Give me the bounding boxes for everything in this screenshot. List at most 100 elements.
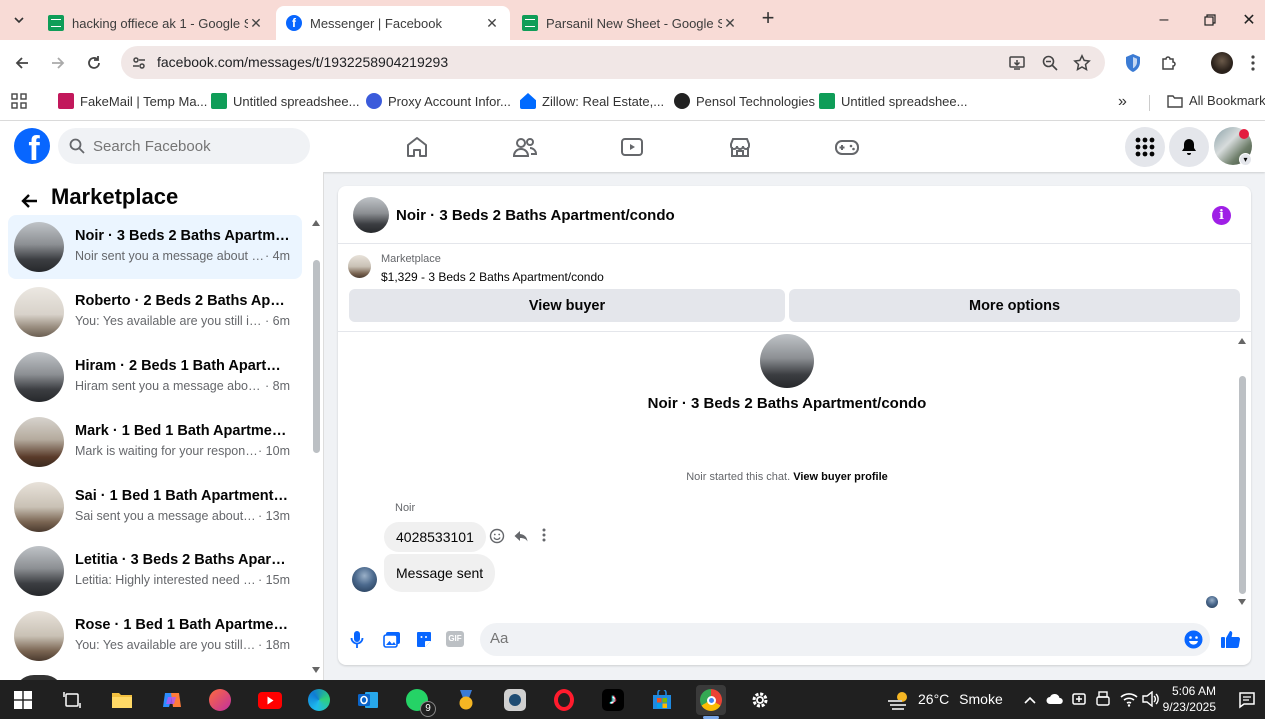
message-bubble[interactable]: Message sent [384, 554, 496, 592]
gif-icon[interactable]: GIF [446, 631, 464, 647]
bookmark-spreadsheet-1[interactable]: Untitled spreadshee... [211, 93, 359, 109]
conversation-item[interactable]: Letitia · 3 Beds 2 Baths Apartment/condo… [8, 539, 302, 603]
chrome-button[interactable] [696, 685, 726, 715]
close-icon[interactable]: ✕ [248, 15, 264, 31]
conversation-item[interactable]: Roberto · 2 Beds 2 Baths Apartment/condo… [8, 280, 302, 344]
browser-menu-button[interactable] [1242, 48, 1264, 78]
clock[interactable]: 5:06 AM 9/23/2025 [1160, 684, 1216, 714]
site-info-icon[interactable] [131, 55, 147, 71]
back-button[interactable] [16, 188, 42, 214]
listing-price[interactable]: $1,329 - 3 Beds 2 Baths Apartment/condo [381, 270, 604, 284]
install-app-icon[interactable] [1008, 54, 1026, 72]
star-icon[interactable] [1073, 54, 1091, 72]
like-icon[interactable] [1220, 629, 1241, 649]
app-medal-button[interactable] [451, 685, 481, 715]
conversation-item[interactable]: Sai · 1 Bed 1 Bath Apartment/condo Sai s… [8, 475, 302, 539]
profile-button[interactable] [1207, 48, 1237, 78]
bookmarks-overflow-button[interactable]: » [1118, 93, 1127, 111]
more-vertical-icon[interactable] [542, 528, 546, 542]
chat-avatar[interactable] [353, 197, 389, 233]
react-icon[interactable] [489, 528, 505, 544]
emoji-icon[interactable] [1184, 630, 1203, 649]
extension-shield-button[interactable] [1118, 48, 1148, 78]
task-view-button[interactable] [57, 685, 87, 715]
facebook-search[interactable] [58, 128, 310, 164]
weather-icon[interactable] [887, 689, 911, 711]
info-button[interactable]: i [1212, 206, 1231, 225]
sticker-icon[interactable] [415, 630, 433, 648]
conversation-item[interactable]: Noir · 3 Beds 2 Baths Apartment/condo No… [8, 215, 302, 279]
chevron-up-icon[interactable] [1023, 695, 1037, 705]
bookmark-proxy[interactable]: Proxy Account Infor... [366, 93, 511, 109]
tiktok-button[interactable]: ♪ [598, 685, 628, 715]
scroll-up-arrow[interactable] [1238, 338, 1246, 344]
scrollbar-thumb[interactable] [313, 260, 320, 453]
close-icon[interactable]: ✕ [484, 15, 500, 31]
address-bar[interactable]: facebook.com/messages/t/1932258904219293 [121, 46, 1105, 79]
facebook-logo[interactable]: f [14, 128, 50, 164]
message-input[interactable] [490, 630, 1140, 647]
whatsapp-button[interactable]: 9 [402, 685, 436, 717]
message-composer[interactable] [480, 623, 1210, 656]
scroll-up-arrow[interactable] [312, 220, 320, 226]
listing-thumbnail[interactable] [348, 255, 371, 278]
conversation-item[interactable]: Mark · 1 Bed 1 Bath Apartment/condo Mark… [8, 410, 302, 474]
nav-home[interactable] [397, 131, 437, 163]
app-button[interactable] [205, 685, 235, 715]
weather-widget[interactable]: 26°C Smoke [918, 691, 1003, 707]
close-window-button[interactable]: ✕ [1233, 0, 1265, 40]
bookmark-spreadsheet-2[interactable]: Untitled spreadshee... [819, 93, 967, 109]
account-button[interactable]: ▾ [1214, 127, 1254, 167]
all-bookmarks-button[interactable]: All Bookmarks [1167, 93, 1265, 108]
nav-gaming[interactable] [827, 131, 867, 163]
browser-tab-sheet1[interactable]: hacking offiece ak 1 - Google Sh ✕ [38, 6, 274, 40]
conversation-item[interactable]: Hiram · 2 Beds 1 Bath Apartment/condo Hi… [8, 345, 302, 409]
edge-button[interactable] [304, 685, 334, 715]
minimize-button[interactable]: – [1141, 0, 1187, 40]
scroll-down-arrow[interactable] [1238, 599, 1246, 605]
volume-icon[interactable] [1142, 691, 1160, 707]
scroll-down-arrow[interactable] [312, 667, 320, 673]
file-explorer-button[interactable] [107, 685, 137, 715]
menu-button[interactable] [1125, 127, 1165, 167]
apps-grid-icon[interactable] [11, 93, 27, 109]
close-icon[interactable]: ✕ [722, 15, 738, 31]
tab-search-button[interactable] [8, 9, 30, 31]
sender-avatar[interactable] [352, 567, 377, 592]
nav-watch[interactable] [612, 131, 652, 163]
usb-icon[interactable] [1096, 691, 1110, 707]
view-buyer-button[interactable]: View buyer [349, 289, 785, 322]
outlook-button[interactable] [353, 685, 383, 715]
copilot-button[interactable] [157, 685, 187, 715]
more-options-button[interactable]: More options [789, 289, 1240, 322]
onedrive-icon[interactable] [1046, 693, 1064, 705]
notifications-button[interactable] [1169, 127, 1209, 167]
settings-button[interactable] [745, 685, 775, 715]
view-buyer-profile-link[interactable]: View buyer profile [793, 471, 888, 483]
message-bubble[interactable]: 4028533101 [384, 522, 486, 552]
notification-center-icon[interactable] [1238, 691, 1256, 709]
browser-tab-sheet2[interactable]: Parsanil New Sheet - Google Sh ✕ [512, 6, 748, 40]
search-input[interactable] [93, 137, 293, 155]
wifi-icon[interactable] [1120, 691, 1138, 707]
bookmark-zillow[interactable]: Zillow: Real Estate,... [520, 93, 664, 109]
conversation-item[interactable]: Rose · 1 Bed 1 Bath Apartment/condo You:… [8, 604, 302, 668]
start-button[interactable] [8, 685, 38, 715]
bookmark-fakemail[interactable]: FakeMail | Temp Ma... [58, 93, 207, 109]
microphone-icon[interactable] [350, 630, 364, 649]
scrollbar-thumb[interactable] [1239, 376, 1246, 594]
chat-title[interactable]: Noir · 3 Beds 2 Baths Apartment/condo [396, 207, 675, 224]
nav-marketplace[interactable] [720, 131, 760, 163]
opera-button[interactable] [549, 685, 579, 715]
photo-icon[interactable] [383, 631, 401, 648]
nav-friends[interactable] [505, 131, 545, 163]
extensions-button[interactable] [1154, 48, 1184, 78]
profile-avatar[interactable] [760, 334, 814, 388]
browser-tab-messenger[interactable]: f Messenger | Facebook ✕ [276, 6, 510, 40]
zoom-icon[interactable] [1041, 54, 1059, 72]
youtube-button[interactable] [255, 685, 285, 715]
bookmark-pensol[interactable]: Pensol Technologies [674, 93, 815, 109]
app-settings-gear-button[interactable] [500, 685, 530, 715]
reply-icon[interactable] [513, 528, 529, 544]
forward-button[interactable] [43, 48, 73, 78]
